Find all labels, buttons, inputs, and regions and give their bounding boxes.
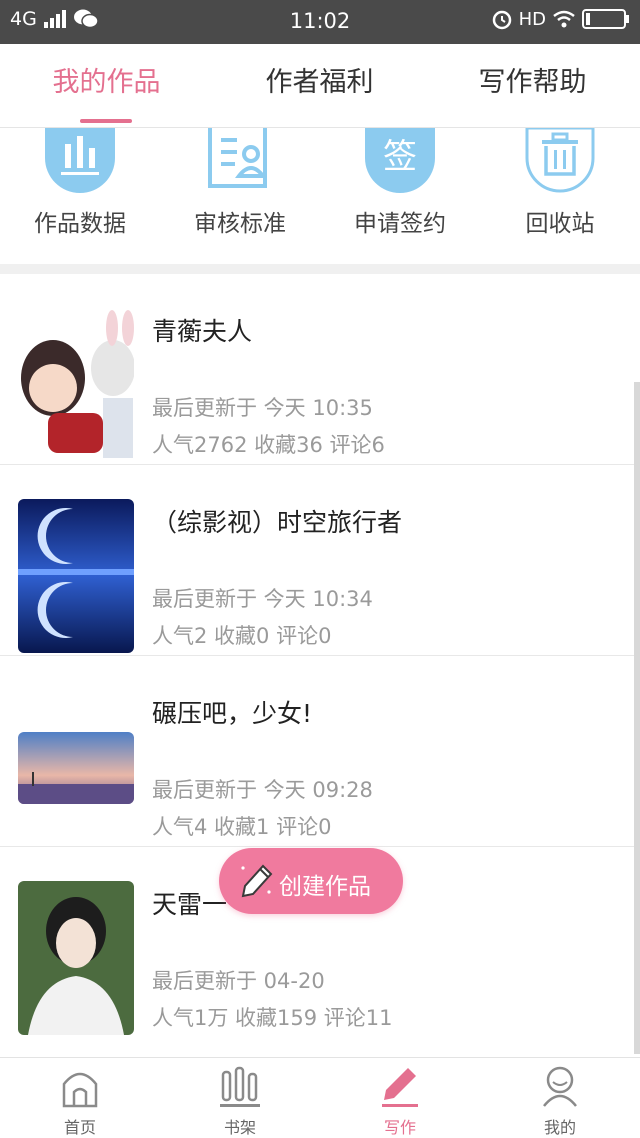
pencil-icon <box>382 1068 418 1107</box>
nav-profile-label: 我的 <box>543 1118 576 1137</box>
nav-home-label: 首页 <box>63 1118 96 1137</box>
profile-icon <box>543 1066 577 1107</box>
work-stats: 人气1万 收藏159 评论11 <box>152 1006 393 1030</box>
work-title: 青蘅夫人 <box>152 317 253 346</box>
work-stats: 人气4 收藏1 评论0 <box>152 815 332 839</box>
bookshelf-icon <box>220 1066 260 1107</box>
work-updated: 最后更新于 今天 10:34 <box>152 587 373 611</box>
tab-my-works[interactable]: 我的作品 <box>0 44 213 128</box>
work-updated: 最后更新于 今天 10:35 <box>152 396 373 420</box>
nav-bookshelf-label: 书架 <box>223 1118 256 1137</box>
section-divider <box>0 264 640 274</box>
nav-bookshelf[interactable]: 书架 <box>160 1058 320 1138</box>
bottom-nav: 首页 书架 写作 我的 <box>0 1057 640 1138</box>
status-right: HD <box>491 8 630 30</box>
cover-image <box>18 308 134 462</box>
recycle-bin-label: 回收站 <box>525 211 595 237</box>
hd-label: HD <box>518 8 546 30</box>
create-work-button[interactable]: 创建作品 <box>219 848 403 914</box>
work-title: 天雷一 <box>152 890 228 919</box>
works-data-button[interactable]: 作品数据 <box>0 128 160 264</box>
top-tabs: 我的作品 作者福利 写作帮助 <box>0 44 640 128</box>
sign-icon: 签 <box>365 128 435 193</box>
alarm-icon <box>492 10 511 30</box>
recycle-bin-button[interactable]: 回收站 <box>480 128 640 264</box>
tab-writing-help[interactable]: 写作帮助 <box>426 44 639 128</box>
status-bar: 4G 11:02 HD <box>0 0 640 44</box>
quick-actions: 作品数据 审核标准 签 申请签约 回收站 <box>0 128 640 264</box>
battery-icon <box>582 9 629 29</box>
bar-chart-icon <box>45 128 115 193</box>
list-item[interactable]: 碾压吧，少女! 最后更新于 今天 09:28 人气4 收藏1 评论0 <box>0 656 640 847</box>
cover-image <box>18 881 134 1035</box>
work-stats: 人气2 收藏0 评论0 <box>152 624 332 648</box>
sign-glyph: 签 <box>383 137 417 177</box>
document-person-icon <box>208 128 268 188</box>
active-tab-indicator <box>80 119 132 123</box>
review-standards-button[interactable]: 审核标准 <box>160 128 320 264</box>
tab-author-benefits[interactable]: 作者福利 <box>213 44 426 128</box>
cover-image <box>18 499 134 653</box>
home-icon <box>62 1072 98 1108</box>
create-work-label: 创建作品 <box>279 874 371 900</box>
work-stats: 人气2762 收藏36 评论6 <box>152 433 385 457</box>
work-title: 碾压吧，少女! <box>152 699 313 728</box>
review-standards-label: 审核标准 <box>194 211 286 237</box>
nav-home[interactable]: 首页 <box>0 1058 160 1138</box>
nav-profile[interactable]: 我的 <box>480 1058 640 1138</box>
work-updated: 最后更新于 04-20 <box>152 969 325 993</box>
list-item[interactable]: 青蘅夫人 最后更新于 今天 10:35 人气2762 收藏36 评论6 <box>0 274 640 465</box>
scrollbar[interactable] <box>634 382 640 1054</box>
cover-image <box>18 732 134 804</box>
nav-write-label: 写作 <box>383 1118 416 1137</box>
works-data-label: 作品数据 <box>34 211 126 237</box>
wifi-icon <box>553 10 575 28</box>
apply-contract-button[interactable]: 签 申请签约 <box>320 128 480 264</box>
nav-write[interactable]: 写作 <box>320 1058 480 1138</box>
trash-icon <box>525 128 595 193</box>
work-updated: 最后更新于 今天 09:28 <box>152 778 373 802</box>
list-item[interactable]: （综影视）时空旅行者 最后更新于 今天 10:34 人气2 收藏0 评论0 <box>0 465 640 656</box>
pencil-icon <box>241 864 273 898</box>
work-title: （综影视）时空旅行者 <box>152 508 403 537</box>
apply-contract-label: 申请签约 <box>354 211 446 237</box>
